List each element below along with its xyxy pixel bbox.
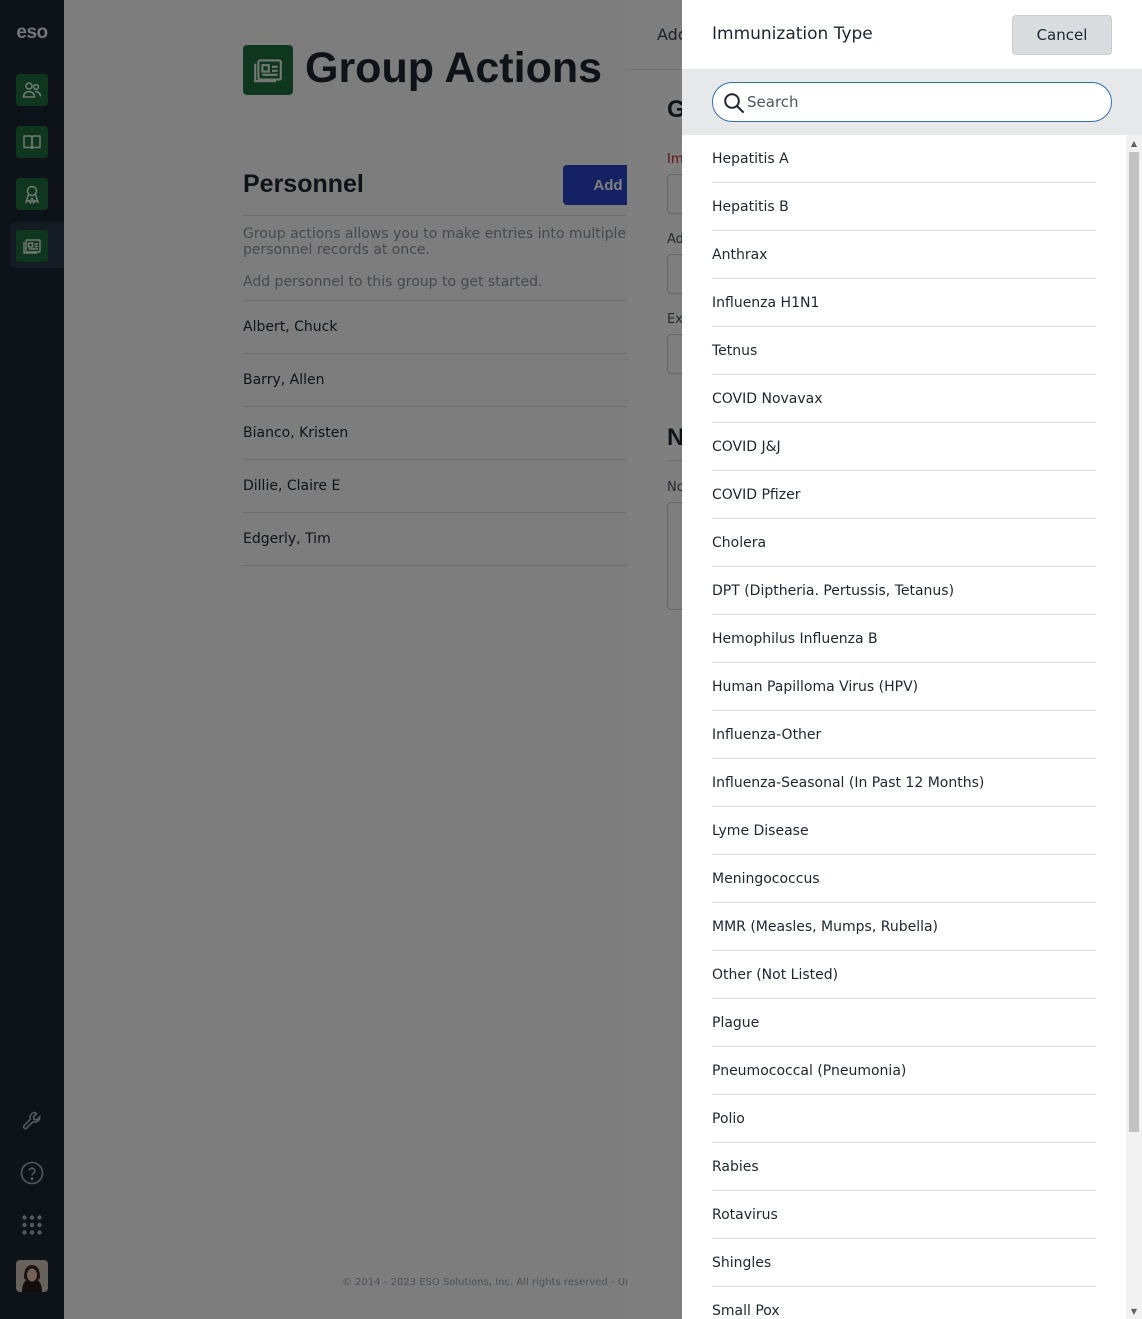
list-item[interactable]: Cholera [712,519,1096,567]
list-item[interactable]: Rabies [712,1143,1096,1191]
list-item[interactable]: Shingles [712,1239,1096,1287]
picker-title: Immunization Type [712,24,873,44]
list-item[interactable]: Influenza H1N1 [712,279,1096,327]
list-scrollbar[interactable]: ▲ ▼ [1126,135,1142,1319]
immunization-type-picker: Immunization Type Cancel Hepatitis A Hep… [682,0,1142,1319]
list-item[interactable]: Meningococcus [712,855,1096,903]
list-item[interactable]: Lyme Disease [712,807,1096,855]
immunization-type-list: Hepatitis A Hepatitis B Anthrax Influenz… [712,135,1096,1319]
list-item[interactable]: COVID Novavax [712,375,1096,423]
list-item[interactable]: Human Papilloma Virus (HPV) [712,663,1096,711]
list-item[interactable]: Pneumococcal (Pneumonia) [712,1047,1096,1095]
list-item[interactable]: Anthrax [712,231,1096,279]
list-item[interactable]: Polio [712,1095,1096,1143]
list-item[interactable]: Other (Not Listed) [712,951,1096,999]
cancel-button[interactable]: Cancel [1012,15,1112,55]
list-item[interactable]: Small Pox [712,1287,1096,1319]
list-item[interactable]: COVID Pfizer [712,471,1096,519]
list-item[interactable]: Hemophilus Influenza B [712,615,1096,663]
search-icon [724,93,744,113]
scroll-thumb[interactable] [1129,152,1139,1132]
list-item[interactable]: DPT (Diptheria. Pertussis, Tetanus) [712,567,1096,615]
list-item[interactable]: Rotavirus [712,1191,1096,1239]
list-item[interactable]: COVID J&J [712,423,1096,471]
list-item[interactable]: Tetnus [712,327,1096,375]
search-bar-area [682,69,1142,135]
list-item[interactable]: Plague [712,999,1096,1047]
list-item[interactable]: MMR (Measles, Mumps, Rubella) [712,903,1096,951]
list-item[interactable]: Hepatitis A [712,135,1096,183]
scroll-up-arrow-icon[interactable]: ▲ [1126,135,1142,151]
list-item[interactable]: Hepatitis B [712,183,1096,231]
search-box[interactable] [712,82,1112,122]
list-item[interactable]: Influenza-Seasonal (In Past 12 Months) [712,759,1096,807]
search-input[interactable] [747,91,1087,113]
modal-overlay[interactable] [0,0,682,1319]
list-item[interactable]: Influenza-Other [712,711,1096,759]
scroll-down-arrow-icon[interactable]: ▼ [1126,1303,1142,1319]
